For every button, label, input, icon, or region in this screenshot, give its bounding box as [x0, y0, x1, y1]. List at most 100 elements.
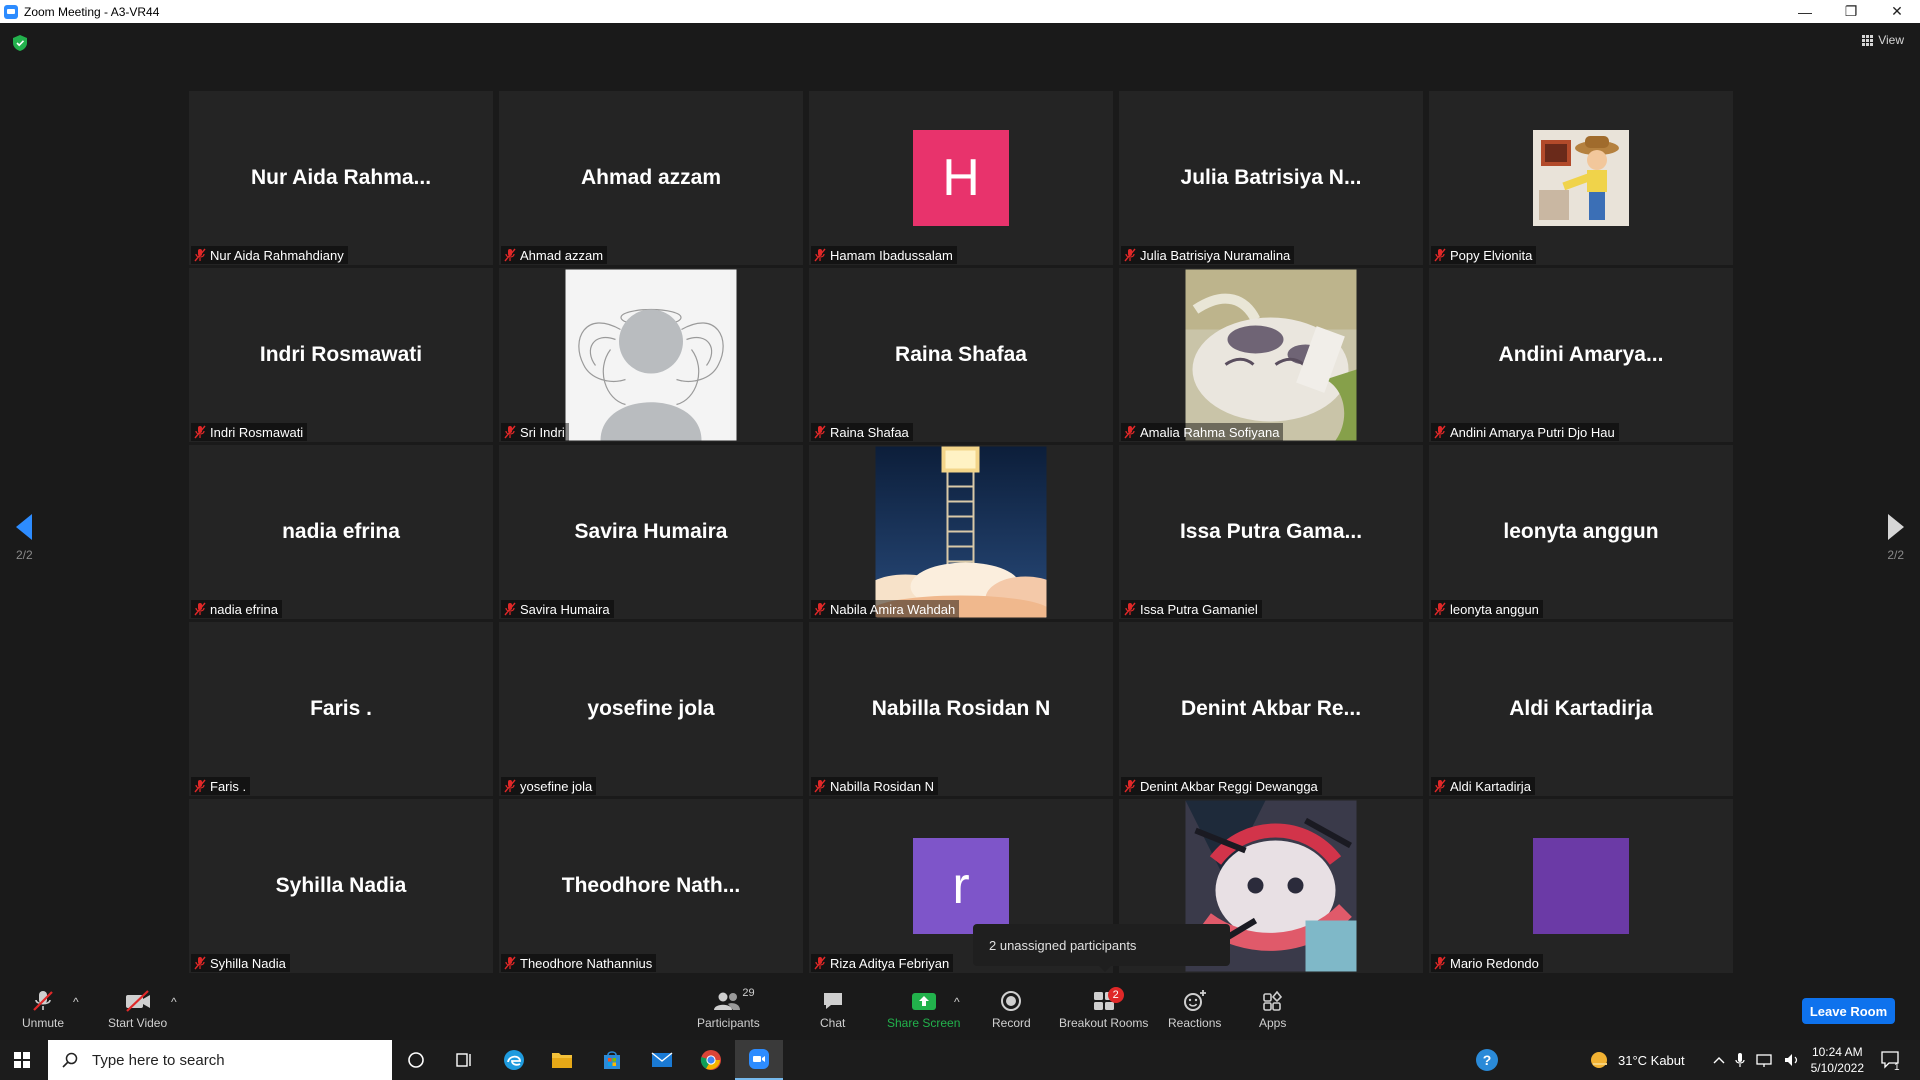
encryption-shield-icon[interactable] [13, 35, 27, 51]
share-screen-icon [911, 993, 936, 1010]
participant-name-tag: Amalia Rahma Sofiyana [1121, 423, 1284, 441]
participant-name-tag: Syhilla Nadia [191, 954, 290, 972]
muted-mic-icon [504, 779, 516, 793]
muted-mic-icon [504, 425, 516, 439]
participant-name: Aldi Kartadirja [1450, 778, 1531, 794]
participant-name: Issa Putra Gamaniel [1140, 601, 1258, 617]
participant-tile[interactable]: Amalia Rahma Sofiyana [1119, 268, 1423, 442]
share-screen-button[interactable]: Share Screen [887, 989, 960, 1030]
edge-browser-icon[interactable] [490, 1040, 538, 1080]
participant-tile[interactable]: Denint Akbar Re... Denint Akbar Reggi Dew… [1119, 622, 1423, 796]
weather-widget[interactable]: 31°C Kabut [1590, 1040, 1685, 1080]
reactions-smiley-icon [1183, 990, 1206, 1011]
page-indicator-left: 2/2 [16, 548, 33, 562]
muted-mic-icon [1124, 779, 1136, 793]
system-clock[interactable]: 10:24 AM 5/10/2022 [1811, 1044, 1864, 1076]
search-icon [62, 1052, 78, 1068]
participant-tile[interactable]: Nabila Amira Wahdah [809, 445, 1113, 619]
participant-name-tag: nadia efrina [191, 600, 282, 618]
participant-name-tag: Popy Elvionita [1431, 246, 1537, 264]
participant-name: Ahmad azzam [520, 247, 604, 263]
meeting-area: View 2/2 2/2 Nur Aida Rahma... Nur Aida R… [0, 23, 1920, 983]
participant-name: Denint Akbar Reggi Dewangga [1140, 778, 1318, 794]
participant-name: Sri Indri [520, 424, 565, 440]
share-options-caret[interactable]: ^ [954, 995, 960, 1009]
next-page-button[interactable]: 2/2 [1887, 514, 1904, 562]
participant-tile[interactable]: Nabilla Rosidan N Nabilla Rosidan N [809, 622, 1113, 796]
participants-button[interactable]: 29 Participants [697, 987, 760, 1030]
participants-icon [714, 992, 741, 1010]
muted-mic-icon [194, 425, 206, 439]
participant-tile[interactable]: Nur Aida Rahma... Nur Aida Rahmahdiany [189, 91, 493, 265]
participant-tile[interactable]: Julia Batrisiya N... Julia Batrisiya Nura… [1119, 91, 1423, 265]
chevron-up-icon[interactable] [1713, 1055, 1725, 1065]
participants-label: Participants [697, 1016, 760, 1030]
help-tray-icon[interactable]: ? [1476, 1040, 1498, 1080]
start-video-button[interactable]: Start Video [108, 989, 167, 1030]
participant-name-tag: Indri Rosmawati [191, 423, 308, 441]
previous-page-button[interactable]: 2/2 [16, 514, 33, 562]
minimize-button[interactable]: — [1782, 0, 1828, 23]
record-button[interactable]: Record [992, 989, 1031, 1030]
participant-tile[interactable]: Andini Amarya... Andini Amarya Putri Djo … [1429, 268, 1733, 442]
microsoft-store-icon[interactable] [588, 1040, 636, 1080]
view-button[interactable]: View [1862, 33, 1904, 47]
participant-name-tag: Theodhore Nathannius [501, 954, 657, 972]
breakout-rooms-button[interactable]: 2 Breakout Rooms [1059, 987, 1148, 1030]
arrow-left-icon [16, 514, 33, 540]
muted-mic-icon [504, 602, 516, 616]
restore-button[interactable]: ❐ [1828, 0, 1874, 23]
participant-tile[interactable]: Raina Shafaa Raina Shafaa [809, 268, 1113, 442]
notification-center-button[interactable]: 1 [1880, 1040, 1902, 1080]
cortana-icon[interactable] [392, 1040, 440, 1080]
participant-tile[interactable]: Faris . Faris . [189, 622, 493, 796]
participant-tile[interactable]: Theodhore Nath... Theodhore Nathannius [499, 799, 803, 973]
window-title: Zoom Meeting - A3-VR44 [24, 4, 160, 19]
taskbar-search-box[interactable]: Type here to search [48, 1040, 392, 1080]
video-options-caret[interactable]: ^ [171, 995, 177, 1009]
network-icon[interactable] [1755, 1052, 1773, 1068]
windows-start-icon[interactable] [14, 1052, 30, 1068]
participant-display-name: leonyta anggun [1503, 520, 1659, 543]
participant-tile[interactable]: nadia efrina nadia efrina [189, 445, 493, 619]
chrome-browser-icon[interactable] [687, 1040, 735, 1080]
record-label: Record [992, 1016, 1031, 1030]
mail-icon[interactable] [638, 1040, 686, 1080]
participant-tile[interactable]: Syhilla Nadia Syhilla Nadia [189, 799, 493, 973]
participant-name: Popy Elvionita [1450, 247, 1533, 263]
participant-tile[interactable]: H Hamam Ibadussalam [809, 91, 1113, 265]
leave-room-button[interactable]: Leave Room [1802, 998, 1895, 1024]
muted-mic-icon [814, 956, 826, 970]
speaker-volume-icon[interactable] [1783, 1052, 1801, 1068]
reactions-button[interactable]: Reactions [1168, 989, 1221, 1030]
participant-tile[interactable]: Ahmad azzam Ahmad azzam [499, 91, 803, 265]
participant-display-name: Syhilla Nadia [275, 874, 407, 897]
participant-display-name: Indri Rosmawati [259, 343, 423, 366]
participant-name: Riza Aditya Febriyan [830, 955, 950, 971]
participant-tile[interactable]: Issa Putra Gama... Issa Putra Gamaniel [1119, 445, 1423, 619]
task-view-icon[interactable] [440, 1040, 488, 1080]
participant-tile[interactable]: Popy Elvionita [1429, 91, 1733, 265]
unmute-button[interactable]: Unmute [22, 989, 64, 1030]
participant-tile[interactable]: yosefine jola yosefine jola [499, 622, 803, 796]
participant-tile[interactable]: Aldi Kartadirja Aldi Kartadirja [1429, 622, 1733, 796]
participant-tile[interactable]: leonyta anggun leonyta anggun [1429, 445, 1733, 619]
participant-name: Nur Aida Rahmahdiany [210, 247, 344, 263]
chat-button[interactable]: Chat [820, 989, 845, 1030]
audio-options-caret[interactable]: ^ [73, 995, 79, 1009]
close-button[interactable]: ✕ [1874, 0, 1920, 23]
participant-name: yosefine jola [520, 778, 593, 794]
zoom-taskbar-icon[interactable] [735, 1040, 783, 1080]
participant-tile[interactable]: Sri Indri [499, 268, 803, 442]
microphone-tray-icon[interactable] [1735, 1052, 1745, 1068]
participant-tile[interactable]: Mario Redondo [1429, 799, 1733, 973]
muted-mic-icon [814, 425, 826, 439]
participant-tile[interactable]: Savira Humaira Savira Humaira [499, 445, 803, 619]
file-explorer-icon[interactable] [538, 1040, 586, 1080]
unassigned-participants-tooltip[interactable]: 2 unassigned participants [973, 924, 1230, 972]
participant-tile[interactable]: Indri Rosmawati Indri Rosmawati [189, 268, 493, 442]
muted-mic-icon [1124, 425, 1136, 439]
reactions-label: Reactions [1168, 1016, 1222, 1030]
apps-button[interactable]: Apps [1259, 989, 1286, 1030]
system-tray-icons [1713, 1040, 1801, 1080]
